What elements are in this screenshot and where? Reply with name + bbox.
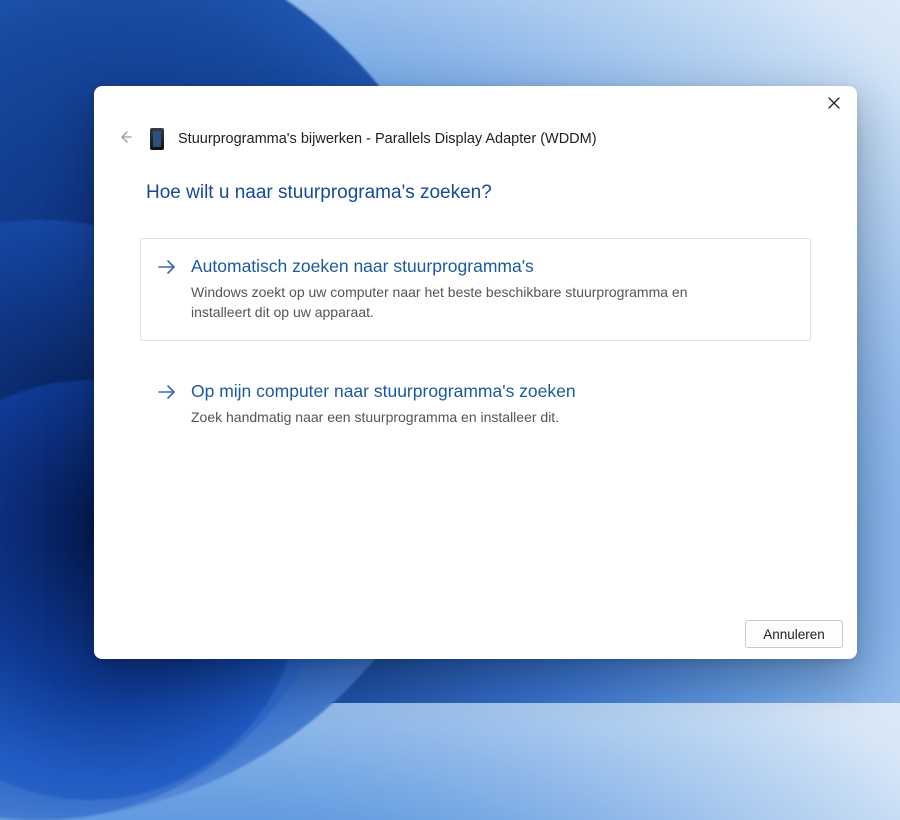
close-icon (828, 96, 840, 114)
dialog-title: Stuurprogramma's bijwerken - Parallels D… (178, 131, 597, 147)
header-row: Stuurprogramma's bijwerken - Parallels D… (94, 124, 857, 164)
cancel-button[interactable]: Annuleren (745, 620, 843, 648)
option-description: Windows zoekt op uw computer naar het be… (191, 282, 751, 323)
option-title: Automatisch zoeken naar stuurprogramma's (191, 255, 792, 278)
back-button[interactable] (114, 128, 136, 150)
arrow-right-icon (157, 257, 179, 279)
option-title: Op mijn computer naar stuurprogramma's z… (191, 380, 792, 403)
cancel-button-label: Annuleren (763, 627, 825, 642)
titlebar (94, 86, 857, 124)
arrow-right-icon (157, 382, 179, 404)
close-button[interactable] (819, 90, 849, 120)
dialog-content: Hoe wilt u naar stuurprograma's zoeken? … (94, 164, 857, 609)
update-driver-dialog: Stuurprogramma's bijwerken - Parallels D… (94, 86, 857, 659)
question-heading: Hoe wilt u naar stuurprograma's zoeken? (140, 182, 811, 204)
dialog-footer: Annuleren (94, 609, 857, 659)
display-adapter-icon (150, 128, 164, 150)
arrow-left-icon (118, 130, 132, 149)
option-browse-computer[interactable]: Op mijn computer naar stuurprogramma's z… (140, 363, 811, 446)
option-search-automatically[interactable]: Automatisch zoeken naar stuurprogramma's… (140, 238, 811, 341)
option-description: Zoek handmatig naar een stuurprogramma e… (191, 407, 751, 427)
